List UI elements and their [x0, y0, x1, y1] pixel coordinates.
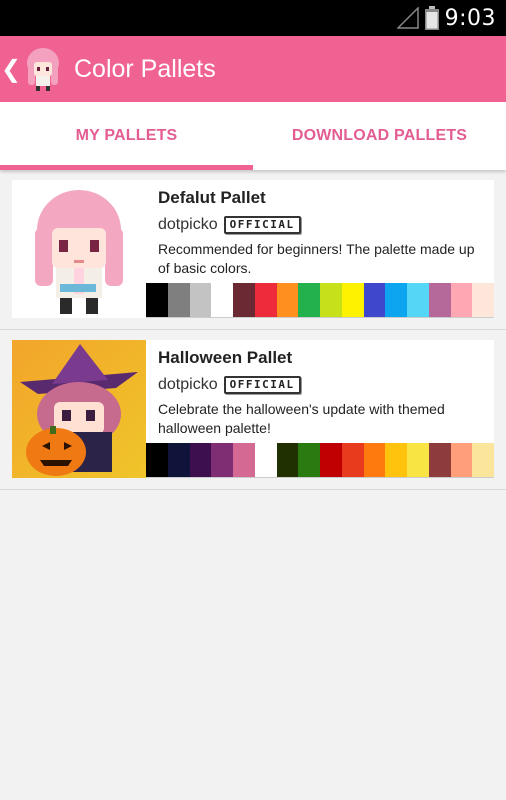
- color-swatch: [450, 443, 473, 477]
- pallet-name: Defalut Pallet: [158, 188, 266, 207]
- battery-icon: [424, 6, 439, 30]
- color-swatch: [233, 443, 255, 477]
- color-swatch: [254, 443, 277, 477]
- tab-my-pallets[interactable]: MY PALLETS: [0, 102, 253, 170]
- color-swatch: [385, 443, 407, 477]
- color-swatch: [428, 443, 451, 477]
- color-swatch: [363, 283, 386, 317]
- color-swatches: [146, 283, 494, 317]
- color-swatch: [341, 283, 364, 317]
- color-swatch: [167, 283, 190, 317]
- color-swatch: [211, 443, 233, 477]
- tab-bar: MY PALLETS DOWNLOAD PALLETS: [0, 102, 506, 170]
- app-logo[interactable]: [22, 45, 64, 93]
- color-swatch: [407, 283, 429, 317]
- color-swatch: [472, 443, 494, 477]
- color-swatch: [385, 283, 407, 317]
- color-swatch: [472, 283, 494, 317]
- color-swatch: [254, 283, 277, 317]
- color-swatch: [189, 443, 212, 477]
- color-swatch: [233, 283, 255, 317]
- color-swatch: [189, 283, 212, 317]
- pallet-author: dotpicko: [158, 216, 218, 233]
- app-bar: ❮ Color Pallets: [0, 36, 506, 102]
- color-swatch: [450, 283, 473, 317]
- signal-icon: [396, 7, 419, 29]
- list-item[interactable]: Defalut Pallet dotpicko OFFICIAL Recomme…: [0, 170, 506, 330]
- app-title: Color Pallets: [74, 54, 216, 83]
- color-swatch: [428, 283, 451, 317]
- status-bar: 9:03: [0, 0, 506, 36]
- color-swatch: [211, 283, 233, 317]
- color-swatch: [298, 283, 320, 317]
- pallet-thumbnail: [12, 340, 146, 478]
- color-swatches: [146, 443, 494, 477]
- color-swatch: [146, 443, 168, 477]
- pallet-name: Halloween Pallet: [158, 348, 293, 367]
- pallet-description: Celebrate the halloween's update with th…: [158, 401, 445, 436]
- pallet-card[interactable]: Defalut Pallet dotpicko OFFICIAL Recomme…: [12, 180, 494, 318]
- tab-download-pallets[interactable]: DOWNLOAD PALLETS: [253, 102, 506, 170]
- status-time: 9:03: [444, 5, 496, 31]
- pallet-card[interactable]: Halloween Pallet dotpicko OFFICIAL Celeb…: [12, 340, 494, 478]
- color-swatch: [363, 443, 386, 477]
- color-swatch: [298, 443, 320, 477]
- pallet-author: dotpicko: [158, 376, 218, 393]
- color-swatch: [146, 283, 168, 317]
- color-swatch: [407, 443, 429, 477]
- pallet-list: Defalut Pallet dotpicko OFFICIAL Recomme…: [0, 170, 506, 490]
- official-badge: OFFICIAL: [223, 376, 301, 394]
- pallet-thumbnail: [12, 180, 146, 318]
- color-swatch: [341, 443, 364, 477]
- color-swatch: [167, 443, 190, 477]
- color-swatch: [276, 283, 299, 317]
- pallet-description: Recommended for beginners! The palette m…: [158, 241, 475, 276]
- color-swatch: [276, 443, 299, 477]
- color-swatch: [320, 443, 342, 477]
- official-badge: OFFICIAL: [223, 216, 301, 234]
- list-item[interactable]: Halloween Pallet dotpicko OFFICIAL Celeb…: [0, 330, 506, 490]
- color-swatch: [320, 283, 342, 317]
- back-chevron-icon[interactable]: ❮: [1, 36, 21, 102]
